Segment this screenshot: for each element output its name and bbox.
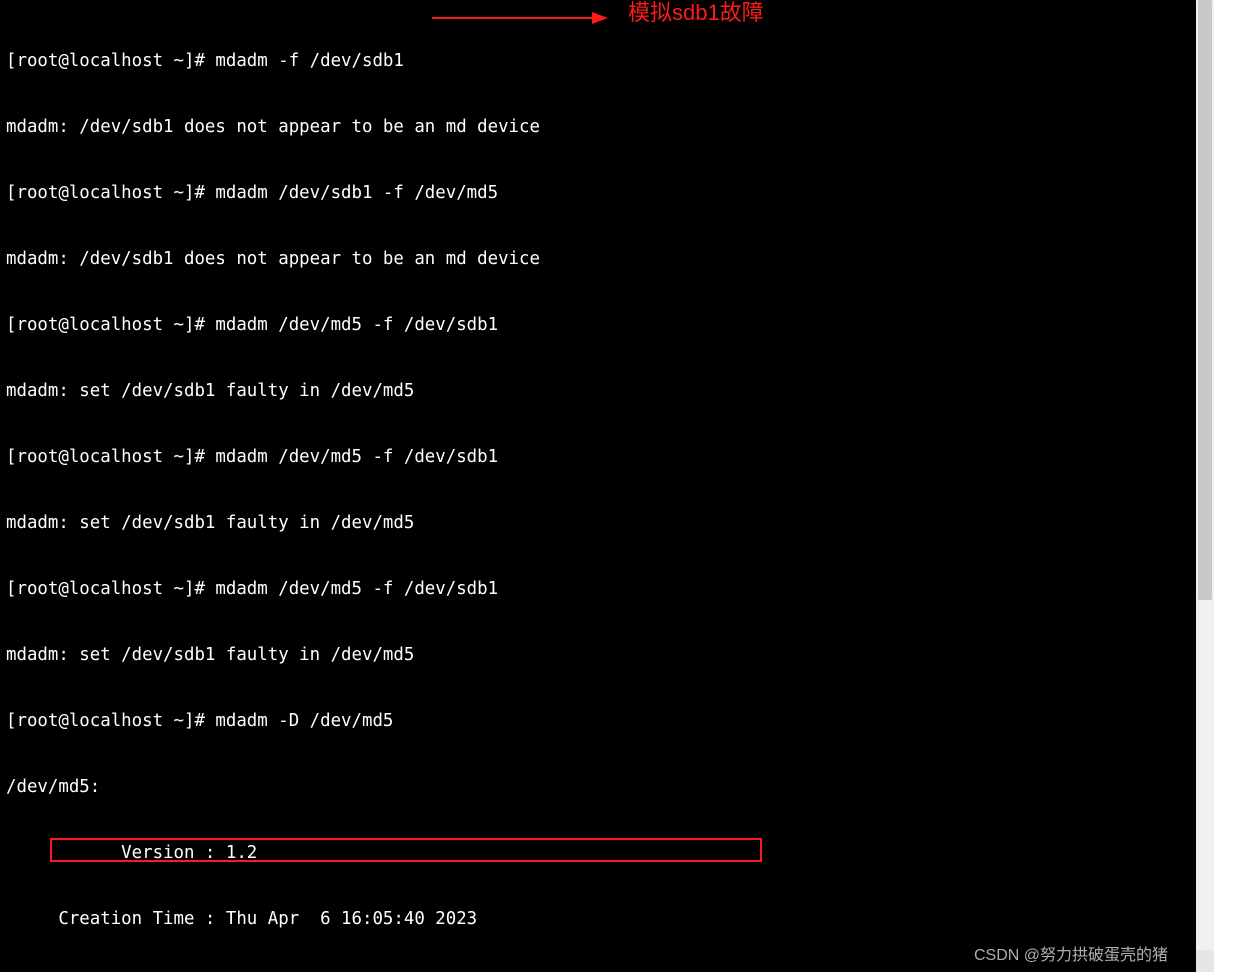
side-gap [1214, 0, 1236, 972]
terminal-line: Version : 1.2 [6, 842, 1196, 864]
terminal-line: [root@localhost ~]# mdadm /dev/md5 -f /d… [6, 446, 1196, 468]
terminal-line: [root@localhost ~]# mdadm /dev/sdb1 -f /… [6, 182, 1196, 204]
scrollbar-bottom [1196, 950, 1214, 972]
terminal[interactable]: [root@localhost ~]# mdadm -f /dev/sdb1 m… [0, 0, 1196, 972]
terminal-line: mdadm: set /dev/sdb1 faulty in /dev/md5 [6, 512, 1196, 534]
terminal-line: mdadm: /dev/sdb1 does not appear to be a… [6, 116, 1196, 138]
terminal-line: mdadm: set /dev/sdb1 faulty in /dev/md5 [6, 644, 1196, 666]
terminal-line: [root@localhost ~]# mdadm -f /dev/sdb1 [6, 50, 1196, 72]
terminal-line: [root@localhost ~]# mdadm -D /dev/md5 [6, 710, 1196, 732]
terminal-line: [root@localhost ~]# mdadm /dev/md5 -f /d… [6, 578, 1196, 600]
terminal-line: [root@localhost ~]# mdadm /dev/md5 -f /d… [6, 314, 1196, 336]
watermark: CSDN @努力拱破蛋壳的猪 [974, 945, 1168, 967]
scrollbar-thumb[interactable] [1198, 0, 1212, 600]
terminal-line: mdadm: set /dev/sdb1 faulty in /dev/md5 [6, 380, 1196, 402]
terminal-line: mdadm: /dev/sdb1 does not appear to be a… [6, 248, 1196, 270]
terminal-line: /dev/md5: [6, 776, 1196, 798]
terminal-line: Creation Time : Thu Apr 6 16:05:40 2023 [6, 908, 1196, 930]
annotation-text: 模拟sdb1故障 [628, 2, 764, 24]
arrow-icon [432, 8, 612, 28]
vertical-scrollbar[interactable] [1196, 0, 1214, 972]
